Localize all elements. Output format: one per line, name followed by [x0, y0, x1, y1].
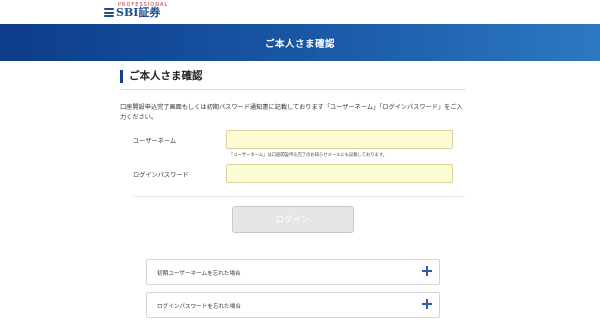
page-heading: ご本人さま確認 — [120, 70, 203, 83]
logo-mark-icon — [104, 8, 114, 17]
plus-icon[interactable] — [422, 299, 432, 309]
title-banner: ご本人さま確認 — [0, 24, 600, 61]
username-input[interactable] — [226, 130, 453, 149]
forgot-username-label: 初期ユーザーネームを忘れた場合 — [157, 271, 241, 277]
logo-tagline: PROFESSIONAL — [118, 2, 169, 8]
page-title: ご本人さま確認 — [129, 70, 203, 82]
username-note: 「ユーザーネーム」は口座開設申込完了のお知らせメールにも記載しております。 — [229, 153, 387, 158]
password-label: ログインパスワード — [133, 172, 189, 179]
form-divider — [133, 196, 465, 197]
forgot-password-accordion[interactable]: ログインパスワードを忘れた場合 — [146, 292, 440, 318]
login-button[interactable]: ログイン — [232, 206, 354, 233]
login-button-label: ログイン — [276, 215, 310, 224]
logo-text: SBI証券 — [116, 6, 161, 19]
plus-icon[interactable] — [422, 266, 432, 276]
banner-title: ご本人さま確認 — [264, 38, 335, 50]
sbi-logo[interactable]: PROFESSIONAL SBI証券 — [104, 2, 167, 19]
top-bar: PROFESSIONAL SBI証券 — [0, 0, 600, 24]
password-input[interactable] — [226, 164, 453, 183]
heading-divider — [120, 89, 466, 90]
username-label: ユーザーネーム — [133, 138, 177, 145]
forgot-username-accordion[interactable]: 初期ユーザーネームを忘れた場合 — [146, 259, 440, 285]
forgot-password-label: ログインパスワードを忘れた場合 — [157, 304, 241, 310]
instruction-text: 口座開設申込完了画面もしくは初期パスワード通知書に記載しております「ユーザーネー… — [120, 104, 463, 121]
